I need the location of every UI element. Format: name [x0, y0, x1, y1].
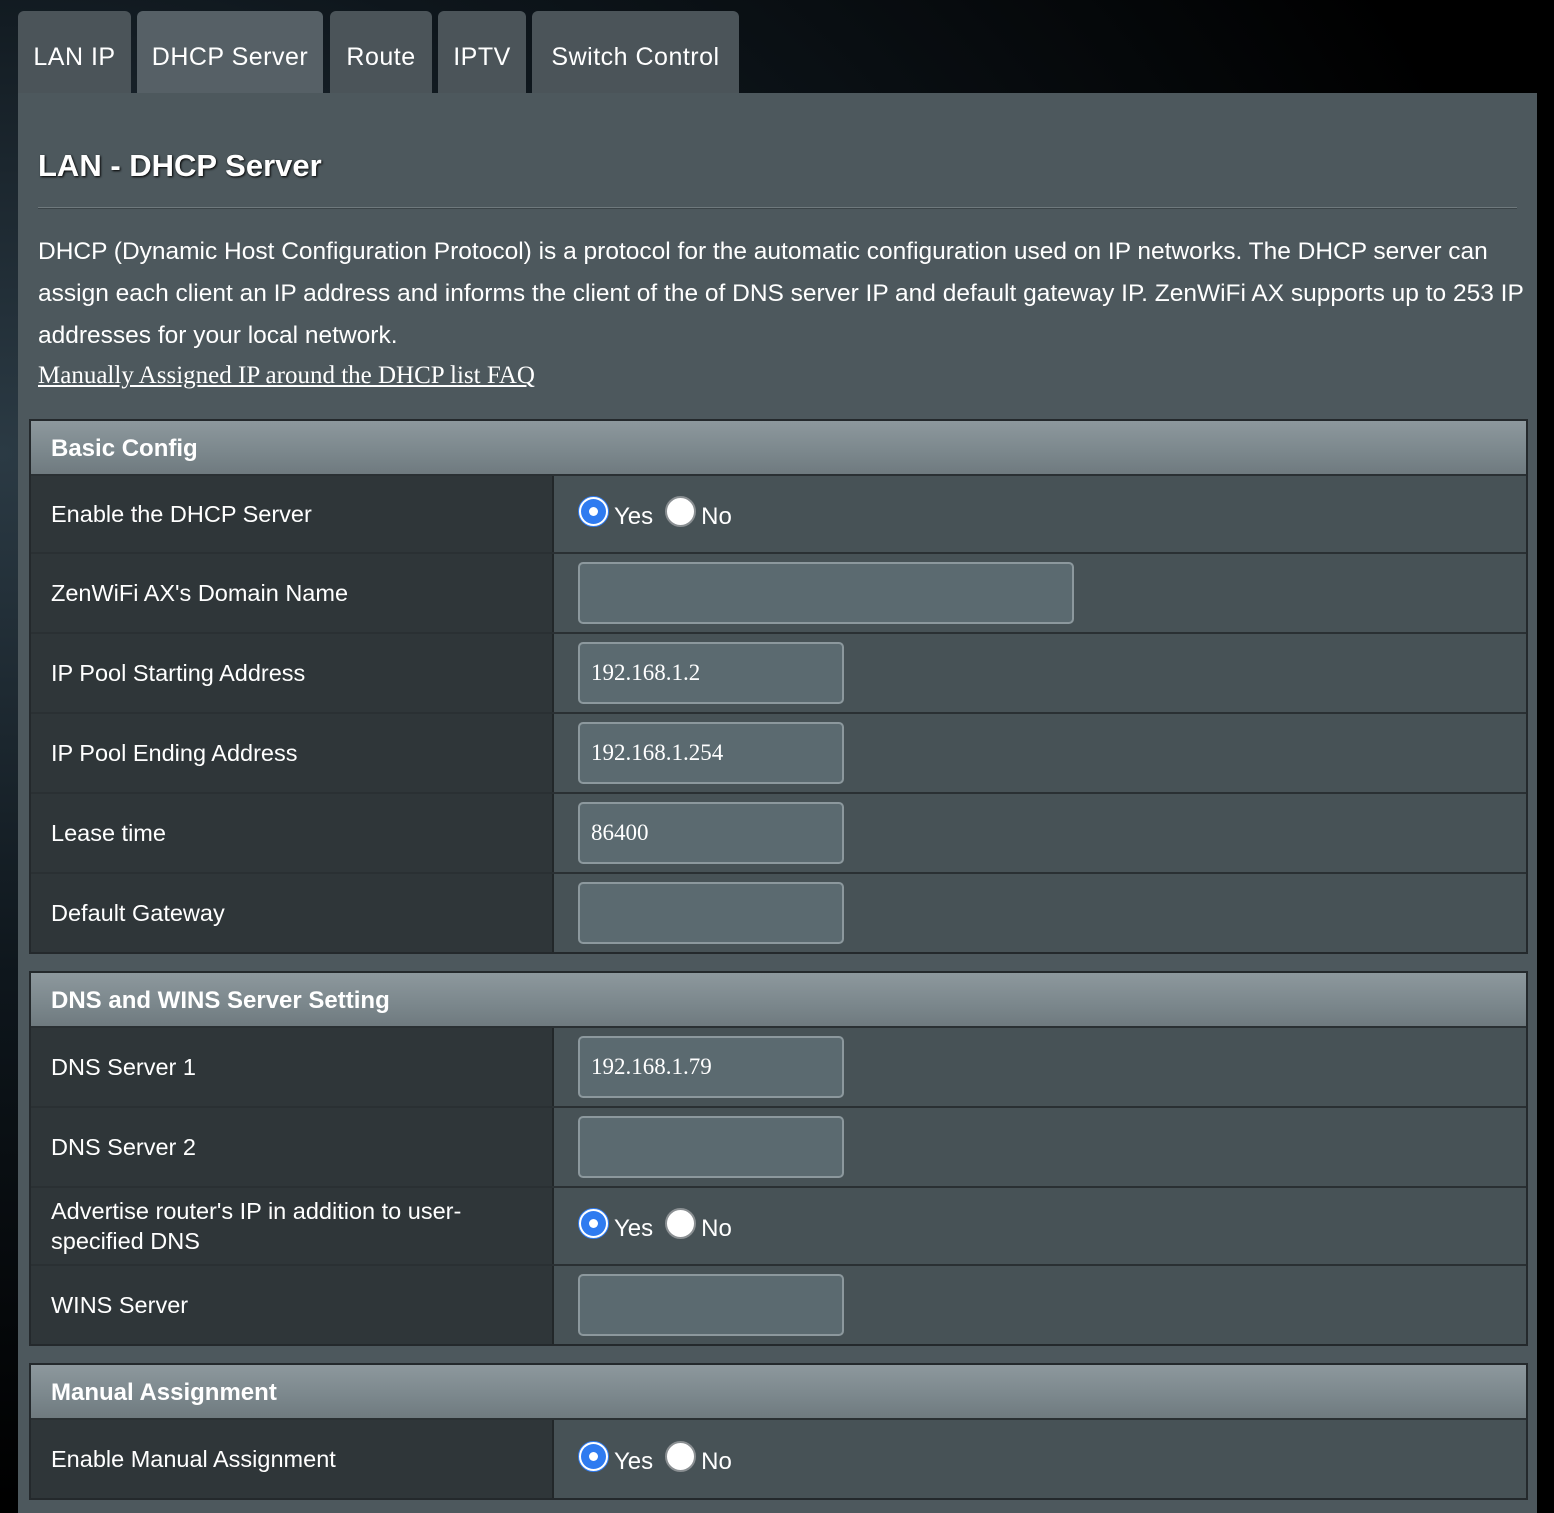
radio-label-no: No	[701, 1448, 732, 1475]
default-gateway-input[interactable]	[578, 882, 844, 944]
faq-link[interactable]: Manually Assigned IP around the DHCP lis…	[38, 362, 535, 390]
wins-server-input[interactable]	[578, 1274, 844, 1336]
row-value: Yes No	[554, 1188, 1526, 1264]
enable-dhcp-yes-radio[interactable]	[578, 495, 609, 527]
enable-manual-yes-radio[interactable]	[578, 1440, 609, 1472]
advertise-radio-group: Yes No	[578, 1207, 744, 1243]
row-value	[554, 1266, 1526, 1344]
advertise-yes-radio[interactable]	[578, 1207, 609, 1239]
pool-start-input[interactable]: 192.168.1.2	[578, 642, 844, 704]
radio-label-yes: Yes	[614, 1215, 654, 1242]
section-header: Manual Assignment	[31, 1365, 1526, 1420]
row-value	[554, 1108, 1526, 1186]
radio-label-no: No	[701, 503, 732, 530]
row-dns1: DNS Server 1 192.168.1.79	[31, 1028, 1526, 1108]
title-divider	[38, 207, 1517, 209]
dns1-input[interactable]: 192.168.1.79	[578, 1036, 844, 1098]
row-label: Advertise router's IP in addition to use…	[31, 1188, 554, 1264]
tab-iptv[interactable]: IPTV	[438, 11, 526, 93]
page-description: DHCP (Dynamic Host Configuration Protoco…	[38, 238, 1524, 349]
radio-label-yes: Yes	[614, 503, 654, 530]
tab-lan-ip[interactable]: LAN IP	[18, 11, 131, 93]
row-enable-dhcp: Enable the DHCP Server Yes No	[31, 476, 1526, 554]
row-label: Enable Manual Assignment	[31, 1420, 554, 1498]
row-value: 192.168.1.79	[554, 1028, 1526, 1106]
basic-config-table: Basic Config Enable the DHCP Server Yes …	[29, 419, 1528, 954]
row-label: DNS Server 2	[31, 1108, 554, 1186]
row-label: Enable the DHCP Server	[31, 476, 554, 552]
row-label: DNS Server 1	[31, 1028, 554, 1106]
row-enable-manual: Enable Manual Assignment Yes No	[31, 1420, 1526, 1498]
row-value: 192.168.1.254	[554, 714, 1526, 792]
domain-name-input[interactable]	[578, 562, 1074, 624]
radio-label-yes: Yes	[614, 1448, 654, 1475]
row-label: Default Gateway	[31, 874, 554, 952]
section-header: DNS and WINS Server Setting	[31, 973, 1526, 1028]
page-title: LAN - DHCP Server	[38, 148, 322, 183]
row-value: 192.168.1.2	[554, 634, 1526, 712]
row-lease-time: Lease time 86400	[31, 794, 1526, 874]
row-domain-name: ZenWiFi AX's Domain Name	[31, 554, 1526, 634]
row-label: IP Pool Ending Address	[31, 714, 554, 792]
tab-route[interactable]: Route	[330, 11, 432, 93]
manual-assignment-table: Manual Assignment Enable Manual Assignme…	[29, 1363, 1528, 1500]
tab-dhcp-server[interactable]: DHCP Server	[137, 11, 323, 93]
row-value: Yes No	[554, 1420, 1526, 1498]
enable-dhcp-radio-group: Yes No	[578, 495, 744, 531]
enable-manual-no-radio[interactable]	[665, 1440, 697, 1472]
row-dns2: DNS Server 2	[31, 1108, 1526, 1188]
row-value	[554, 554, 1526, 632]
enable-dhcp-no-radio[interactable]	[665, 495, 697, 527]
dns-wins-table: DNS and WINS Server Setting DNS Server 1…	[29, 971, 1528, 1346]
dns2-input[interactable]	[578, 1116, 844, 1178]
section-header: Basic Config	[31, 421, 1526, 476]
row-label: IP Pool Starting Address	[31, 634, 554, 712]
tab-switch-control[interactable]: Switch Control	[532, 11, 739, 93]
row-value	[554, 874, 1526, 952]
advertise-no-radio[interactable]	[665, 1207, 697, 1239]
row-wins-server: WINS Server	[31, 1266, 1526, 1344]
row-value: Yes No	[554, 476, 1526, 552]
row-label: ZenWiFi AX's Domain Name	[31, 554, 554, 632]
row-default-gateway: Default Gateway	[31, 874, 1526, 952]
row-label: Lease time	[31, 794, 554, 872]
enable-manual-radio-group: Yes No	[578, 1440, 744, 1476]
radio-label-no: No	[701, 1215, 732, 1242]
pool-end-input[interactable]: 192.168.1.254	[578, 722, 844, 784]
row-label: WINS Server	[31, 1266, 554, 1344]
lease-time-input[interactable]: 86400	[578, 802, 844, 864]
row-advertise-router-ip: Advertise router's IP in addition to use…	[31, 1188, 1526, 1266]
row-pool-start: IP Pool Starting Address 192.168.1.2	[31, 634, 1526, 714]
row-value: 86400	[554, 794, 1526, 872]
row-pool-end: IP Pool Ending Address 192.168.1.254	[31, 714, 1526, 794]
main-panel: LAN - DHCP Server DHCP (Dynamic Host Con…	[18, 93, 1537, 1513]
